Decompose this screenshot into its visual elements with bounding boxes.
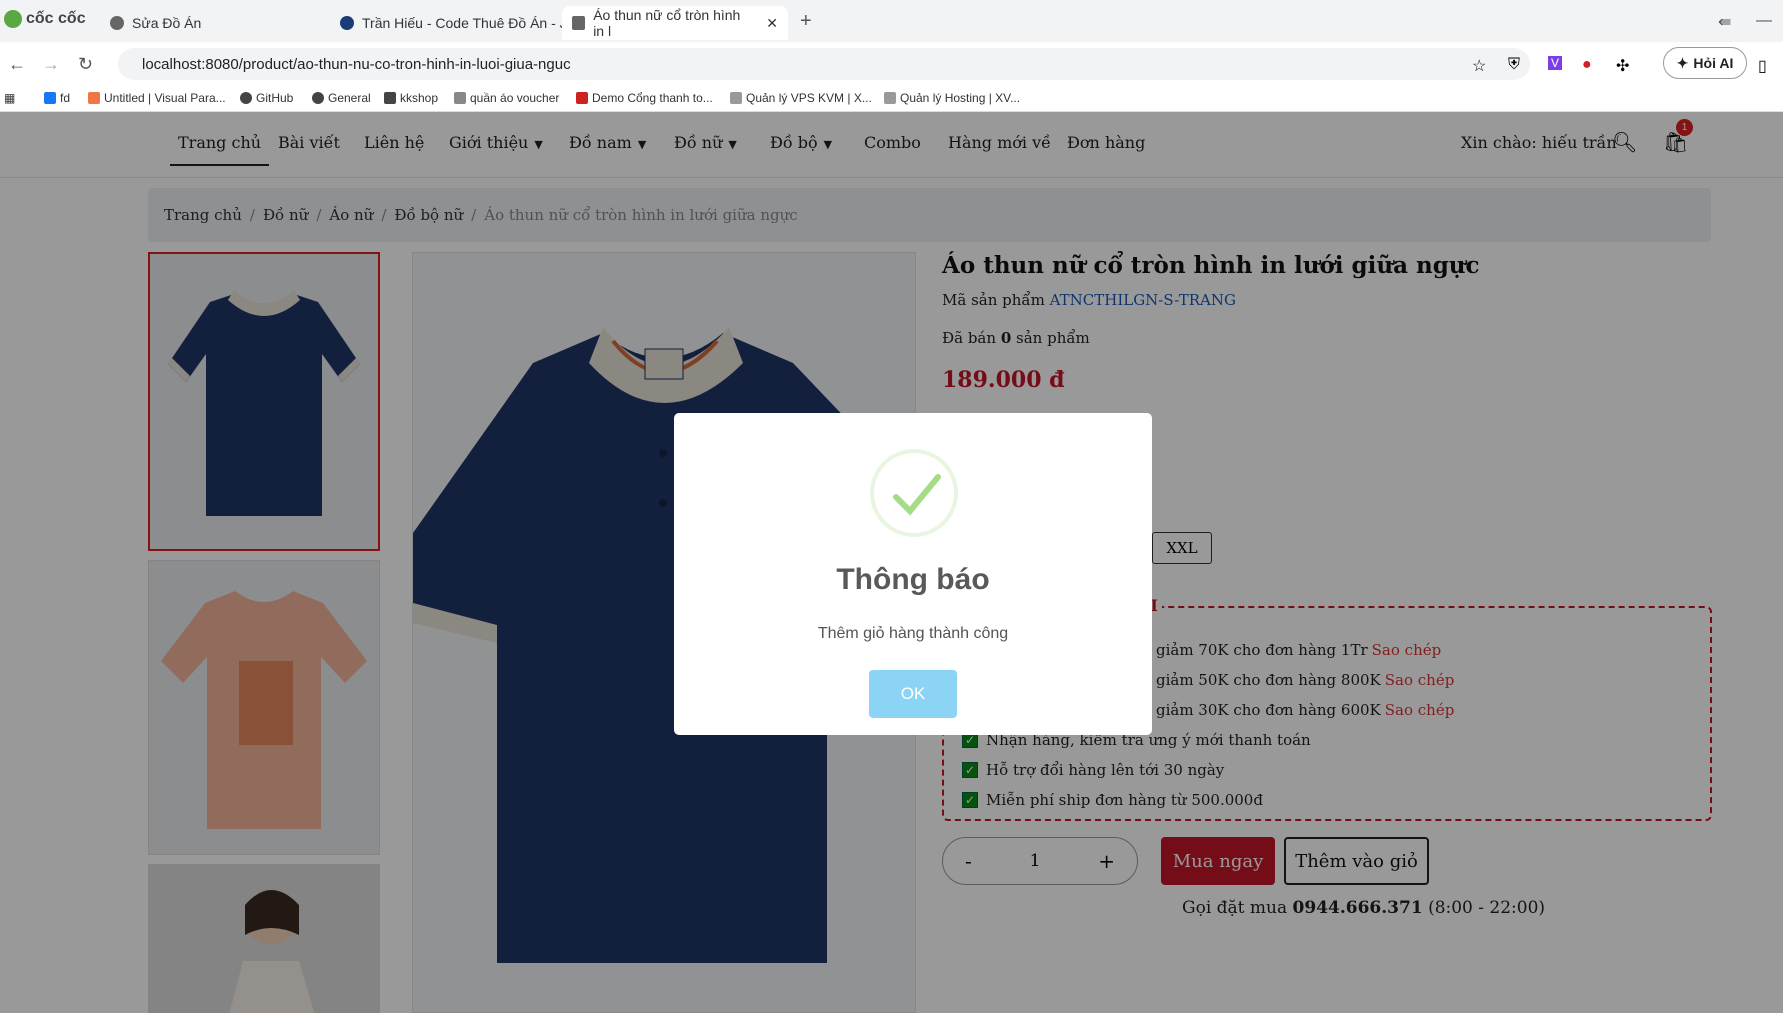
new-tab-icon[interactable]: + — [800, 10, 812, 33]
bookmark-star-icon[interactable]: ☆ — [1472, 56, 1486, 76]
reload-icon[interactable]: ↻ — [78, 54, 93, 75]
bookmark-label: GitHub — [256, 91, 294, 105]
checkmark-icon — [893, 474, 941, 516]
bookmark-fd[interactable]: fd — [44, 91, 70, 105]
tab-title: Sửa Đồ Án — [132, 15, 202, 31]
url-text: localhost:8080/product/ao-thun-nu-co-tro… — [142, 55, 571, 73]
site-favicon-icon — [572, 16, 586, 30]
bookmark-demo-payment[interactable]: Demo Cổng thanh to... — [576, 91, 713, 105]
extension-v-icon[interactable]: V — [1548, 56, 1563, 70]
shield-icon[interactable]: ⛨ — [1508, 56, 1520, 74]
ok-button[interactable]: OK — [869, 670, 957, 718]
vp-icon — [576, 92, 588, 104]
bookmark-general[interactable]: General — [312, 91, 371, 105]
bookmark-github[interactable]: GitHub — [240, 91, 293, 105]
url-field[interactable]: ⓘ localhost:8080/product/ao-thun-nu-co-t… — [118, 48, 1530, 206]
site-favicon-icon — [340, 16, 354, 30]
github-icon — [312, 92, 324, 104]
bookmark-label: Quản lý Hosting | XV... — [900, 91, 1021, 105]
bookmark-label: fd — [60, 91, 71, 105]
forward-icon[interactable]: → — [42, 54, 60, 75]
bookmarks-bar: ▦ fd Untitled | Visual Para... GitHub Ge… — [0, 86, 1783, 112]
bookmark-hosting[interactable]: Quản lý Hosting | XV... — [884, 91, 1020, 105]
bookmark-label: quần áo voucher — [470, 91, 560, 105]
ask-ai-button[interactable]: ✦ Hỏi AI — [1663, 47, 1747, 79]
tab-sua-do-an[interactable]: Sửa Đồ Án — [100, 6, 211, 40]
sidebar-toggle-icon[interactable]: ▯ — [1758, 56, 1767, 76]
back-icon[interactable]: ← — [8, 54, 26, 75]
coccoc-logo-icon — [4, 10, 22, 28]
dialog-title: Thông báo — [836, 563, 990, 596]
apps-grid-icon[interactable]: ▦ — [4, 91, 15, 105]
visual-paradigm-icon — [88, 92, 100, 104]
tab-tran-hieu[interactable]: Trần Hiếu - Code Thuê Đồ Án - J — [330, 6, 577, 40]
bookmark-label: kkshop — [400, 91, 439, 105]
user-icon — [884, 92, 896, 104]
bookmark-label: Quản lý VPS KVM | X... — [746, 91, 872, 105]
address-bar-row: ← → ↻ ⓘ localhost:8080/product/ao-thun-n… — [0, 42, 1783, 206]
bookmark-label: Demo Cổng thanh to... — [592, 91, 713, 105]
success-check-icon — [870, 449, 958, 537]
globe-icon — [110, 16, 124, 30]
extension-s-icon[interactable]: ● — [1582, 56, 1592, 74]
bookmark-kkshop[interactable]: kkshop — [384, 91, 438, 105]
user-icon — [730, 92, 742, 104]
kkshop-icon — [384, 92, 396, 104]
bookmark-voucher[interactable]: quần áo voucher — [454, 91, 559, 105]
tab-title: Trần Hiếu - Code Thuê Đồ Án - J — [362, 15, 567, 31]
tab-product[interactable]: Áo thun nữ cổ tròn hình in l ✕ — [562, 6, 788, 40]
facebook-icon — [44, 92, 56, 104]
voucher-icon — [454, 92, 466, 104]
tab-search-icon[interactable]: ⇚ — [1718, 12, 1731, 32]
ask-ai-label: Hỏi AI — [1693, 55, 1734, 71]
window-minimize-icon[interactable]: — — [1756, 12, 1772, 30]
coccoc-logo[interactable]: cốc cốc — [4, 10, 86, 28]
close-tab-icon[interactable]: ✕ — [766, 15, 778, 32]
bookmark-label: General — [328, 91, 371, 105]
bookmark-label: Untitled | Visual Para... — [104, 91, 226, 105]
success-dialog: Thông báo Thêm giỏ hàng thành công OK — [674, 413, 1152, 735]
bookmark-vps[interactable]: Quản lý VPS KVM | X... — [730, 91, 872, 105]
browser-tab-strip: cốc cốc Sửa Đồ Án Trần Hiếu - Code Thuê … — [0, 0, 1783, 42]
extensions-puzzle-icon[interactable]: ✣ — [1616, 56, 1629, 76]
github-icon — [240, 92, 252, 104]
dialog-message: Thêm giỏ hàng thành công — [817, 625, 1009, 642]
bookmark-visual-paradigm[interactable]: Untitled | Visual Para... — [88, 91, 226, 105]
coccoc-logo-text: cốc cốc — [26, 10, 86, 27]
tab-title: Áo thun nữ cổ tròn hình in l — [593, 7, 741, 39]
sparkle-icon: ✦ — [1676, 54, 1689, 71]
